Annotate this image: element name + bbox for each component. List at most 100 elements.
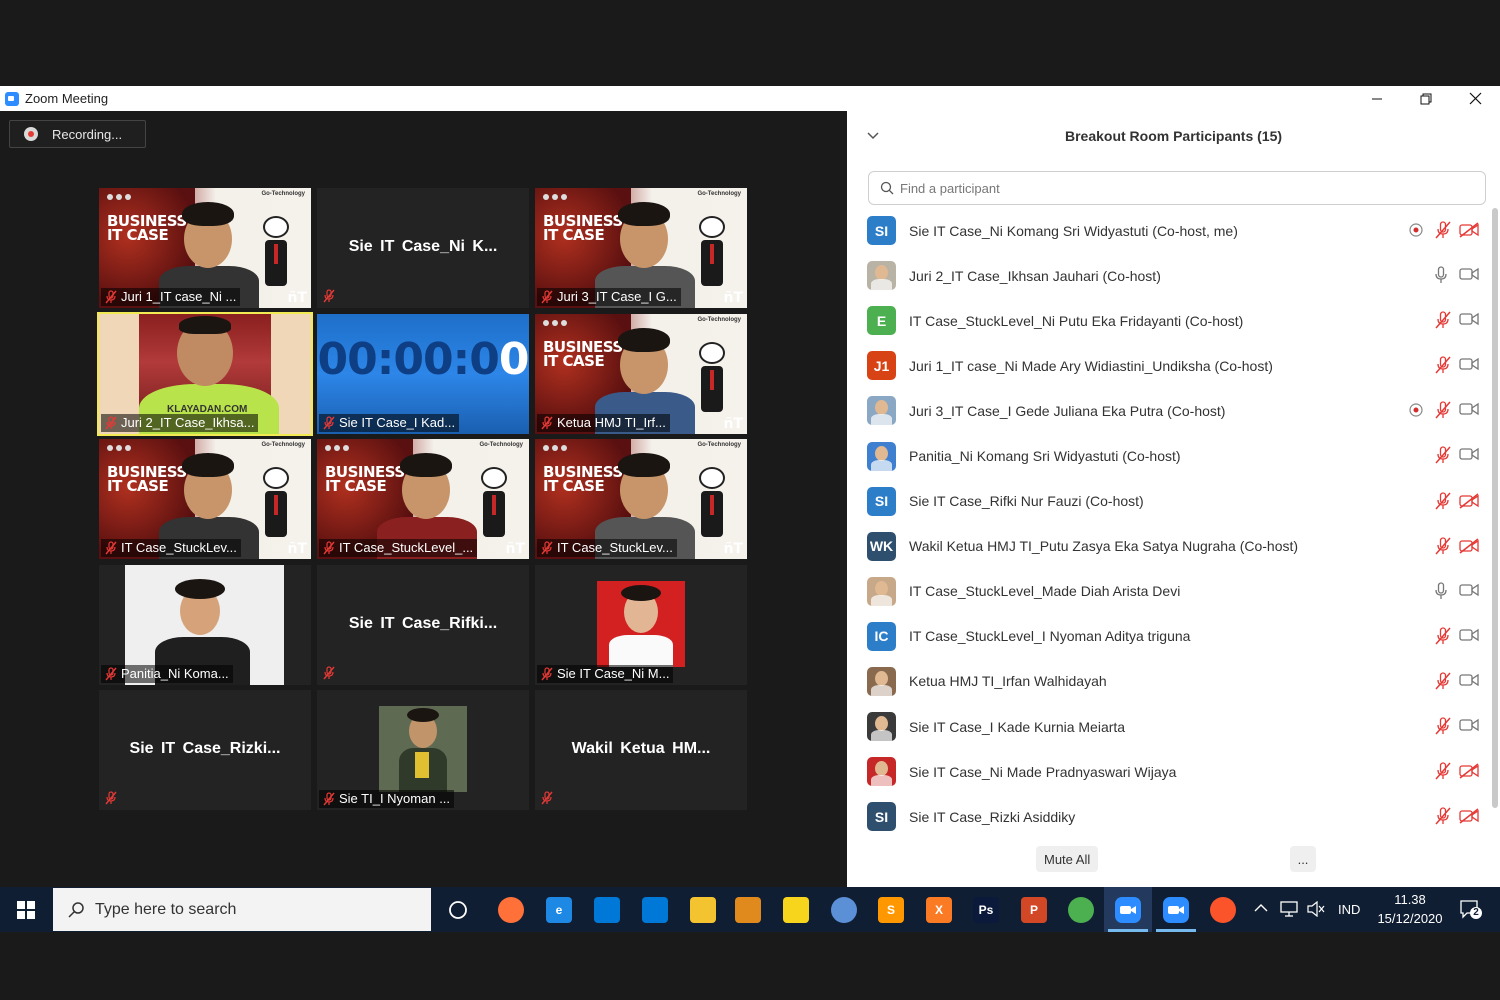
video-tile[interactable]: Panitia_Ni Koma... [99, 565, 311, 685]
mic-muted-icon[interactable] [1434, 672, 1452, 690]
video-tile[interactable]: BUSINESS IT CASE Go-Technology ñT IT Case_St… [99, 439, 311, 559]
video-player-icon[interactable] [724, 887, 772, 932]
panel-title: Breakout Room Participants (15) [1064, 128, 1283, 144]
search-icon [880, 181, 894, 195]
participant-row[interactable]: Sie IT Case_I Kade Kurnia Meiarta [847, 704, 1487, 749]
mic-muted-icon[interactable] [1434, 446, 1452, 464]
volume-muted-icon[interactable] [1307, 900, 1325, 922]
mic-muted-icon[interactable] [1434, 627, 1452, 645]
video-icon[interactable] [1459, 628, 1479, 646]
video-icon[interactable] [1459, 357, 1479, 375]
tray-chevron-icon[interactable] [1254, 901, 1268, 919]
participant-row[interactable]: J1 Juri 1_IT case_Ni Made Ary Widiastini_… [847, 343, 1487, 388]
video-tile[interactable]: Wakil Ketua HM... [535, 690, 747, 810]
participant-search[interactable] [868, 171, 1486, 205]
search-input[interactable] [900, 180, 1460, 196]
video-icon[interactable] [1459, 312, 1479, 330]
xampp-icon[interactable]: X [915, 887, 963, 932]
video-icon[interactable] [1459, 673, 1479, 691]
video-off-icon[interactable] [1459, 492, 1479, 511]
video-icon[interactable] [1459, 267, 1479, 285]
recording-indicator[interactable]: Recording... [9, 120, 146, 148]
task-view-icon[interactable] [434, 887, 482, 932]
mic-muted-icon[interactable] [1434, 311, 1452, 329]
video-off-icon[interactable] [1459, 808, 1479, 826]
participant-row[interactable]: WK Wakil Ketua HMJ TI_Putu Zasya Eka Saty… [847, 524, 1487, 569]
video-tile[interactable]: BUSINESS IT CASE Go-Technology ñT Juri 1_IT … [99, 188, 311, 308]
video-tile[interactable]: 00:00:00 Sie IT Case_I Kad... [317, 314, 529, 434]
mic-icon[interactable] [1434, 582, 1452, 600]
video-tile[interactable]: Sie IT Case_Rifki... [317, 565, 529, 685]
firefox-icon[interactable] [487, 887, 535, 932]
video-tile[interactable]: BUSINESS IT CASE Go-Technology ñT Juri 3_IT … [535, 188, 747, 308]
minimize-icon[interactable] [1352, 86, 1402, 111]
video-tile[interactable]: BUSINESS IT CASE Go-Technology ñT Ketua HMJ … [535, 314, 747, 434]
mic-muted-icon[interactable] [1434, 537, 1452, 555]
language-indicator[interactable]: IND [1338, 902, 1360, 917]
mic-muted-icon[interactable] [1434, 807, 1452, 825]
sublime-icon[interactable]: S [867, 887, 915, 932]
video-tile[interactable]: Sie IT Case_Ni M... [535, 565, 747, 685]
participant-row[interactable]: Sie IT Case_Ni Made Pradnyaswari Wijaya [847, 749, 1487, 794]
participant-row[interactable]: SI Sie IT Case_Rifki Nur Fauzi (Co-host) [847, 479, 1487, 524]
participant-row[interactable]: Juri 3_IT Case_I Gede Juliana Eka Putra … [847, 388, 1487, 433]
mic-icon[interactable] [1434, 266, 1452, 284]
photoshop-icon[interactable]: Ps [962, 887, 1010, 932]
participant-name: IT Case_StuckLevel_Ni Putu Eka Fridayant… [909, 312, 1244, 329]
video-tile[interactable]: Sie IT Case_Rizki... [99, 690, 311, 810]
mic-muted-icon[interactable] [1434, 717, 1452, 735]
network-icon[interactable] [1280, 901, 1298, 922]
sticky-notes-icon[interactable] [772, 887, 820, 932]
taskbar-search-box[interactable]: Type here to search [53, 888, 431, 931]
powerpoint-icon[interactable]: P [1010, 887, 1058, 932]
participant-name: Juri 2_IT Case_Ikhsan Jauhari (Co-host) [909, 267, 1161, 284]
store-icon[interactable] [583, 887, 631, 932]
restore-icon[interactable] [1401, 86, 1451, 111]
mute-all-button[interactable]: Mute All [1036, 846, 1099, 872]
file-explorer-icon[interactable] [679, 887, 727, 932]
video-tile[interactable]: BUSINESS IT CASE Go-Technology ñT IT Case_St… [535, 439, 747, 559]
participant-row[interactable]: SI Sie IT Case_Ni Komang Sri Widyastuti (… [847, 208, 1487, 253]
mail-icon[interactable] [631, 887, 679, 932]
participant-row[interactable]: Ketua HMJ TI_Irfan Walhidayah [847, 659, 1487, 704]
video-off-icon[interactable] [1459, 222, 1479, 240]
video-tile[interactable]: KLAYADAN.COM Juri 2_IT Case_Ikhsa... [97, 312, 313, 436]
participant-row[interactable]: Panitia_Ni Komang Sri Widyastuti (Co-hos… [847, 433, 1487, 478]
video-tile[interactable]: Sie TI_I Nyoman ... [317, 690, 529, 810]
video-off-icon[interactable] [1459, 538, 1479, 556]
taskbar-clock[interactable]: 11.38 15/12/2020 [1370, 890, 1450, 928]
participant-row[interactable]: Juri 2_IT Case_Ikhsan Jauhari (Co-host) [847, 253, 1487, 298]
scrollbar[interactable] [1492, 208, 1498, 808]
mic-muted-icon [105, 416, 117, 430]
participant-avatar [867, 396, 896, 426]
participant-row[interactable]: SI Sie IT Case_Rizki Asiddiky [847, 794, 1487, 833]
video-off-icon[interactable] [1459, 763, 1479, 781]
more-options-button[interactable]: ... [1290, 846, 1316, 872]
chevron-down-icon[interactable] [867, 127, 879, 143]
mic-muted-icon [323, 792, 335, 806]
chrome-icon[interactable] [1057, 887, 1105, 932]
mic-muted-icon[interactable] [1434, 356, 1452, 374]
video-tile[interactable]: Sie IT Case_Ni K... [317, 188, 529, 308]
edge-icon[interactable]: e [535, 887, 583, 932]
participant-row[interactable]: IC IT Case_StuckLevel_I Nyoman Aditya tri… [847, 614, 1487, 659]
zoom-meeting-icon[interactable] [1152, 887, 1200, 932]
close-icon[interactable] [1450, 86, 1500, 111]
participant-avatar: SI [867, 486, 896, 516]
mic-muted-icon[interactable] [1434, 491, 1452, 510]
video-tile[interactable]: BUSINESS IT CASE Go-Technology ñT IT Case_St… [317, 439, 529, 559]
video-icon[interactable] [1459, 447, 1479, 465]
participant-row[interactable]: E IT Case_StuckLevel_Ni Putu Eka Fridayan… [847, 298, 1487, 343]
video-icon[interactable] [1459, 718, 1479, 736]
video-icon[interactable] [1459, 402, 1479, 420]
mic-muted-icon[interactable] [1434, 221, 1452, 239]
notification-icon[interactable]: 2 [1459, 899, 1482, 921]
windows-start-icon[interactable] [0, 887, 52, 932]
brave-icon[interactable] [1199, 887, 1247, 932]
video-icon[interactable] [1459, 583, 1479, 601]
participant-row[interactable]: IT Case_StuckLevel_Made Diah Arista Devi [847, 569, 1487, 614]
chromium-icon[interactable] [820, 887, 868, 932]
zoom-icon[interactable] [1104, 887, 1152, 932]
mic-muted-icon[interactable] [1434, 762, 1452, 780]
mic-muted-icon[interactable] [1434, 401, 1452, 419]
